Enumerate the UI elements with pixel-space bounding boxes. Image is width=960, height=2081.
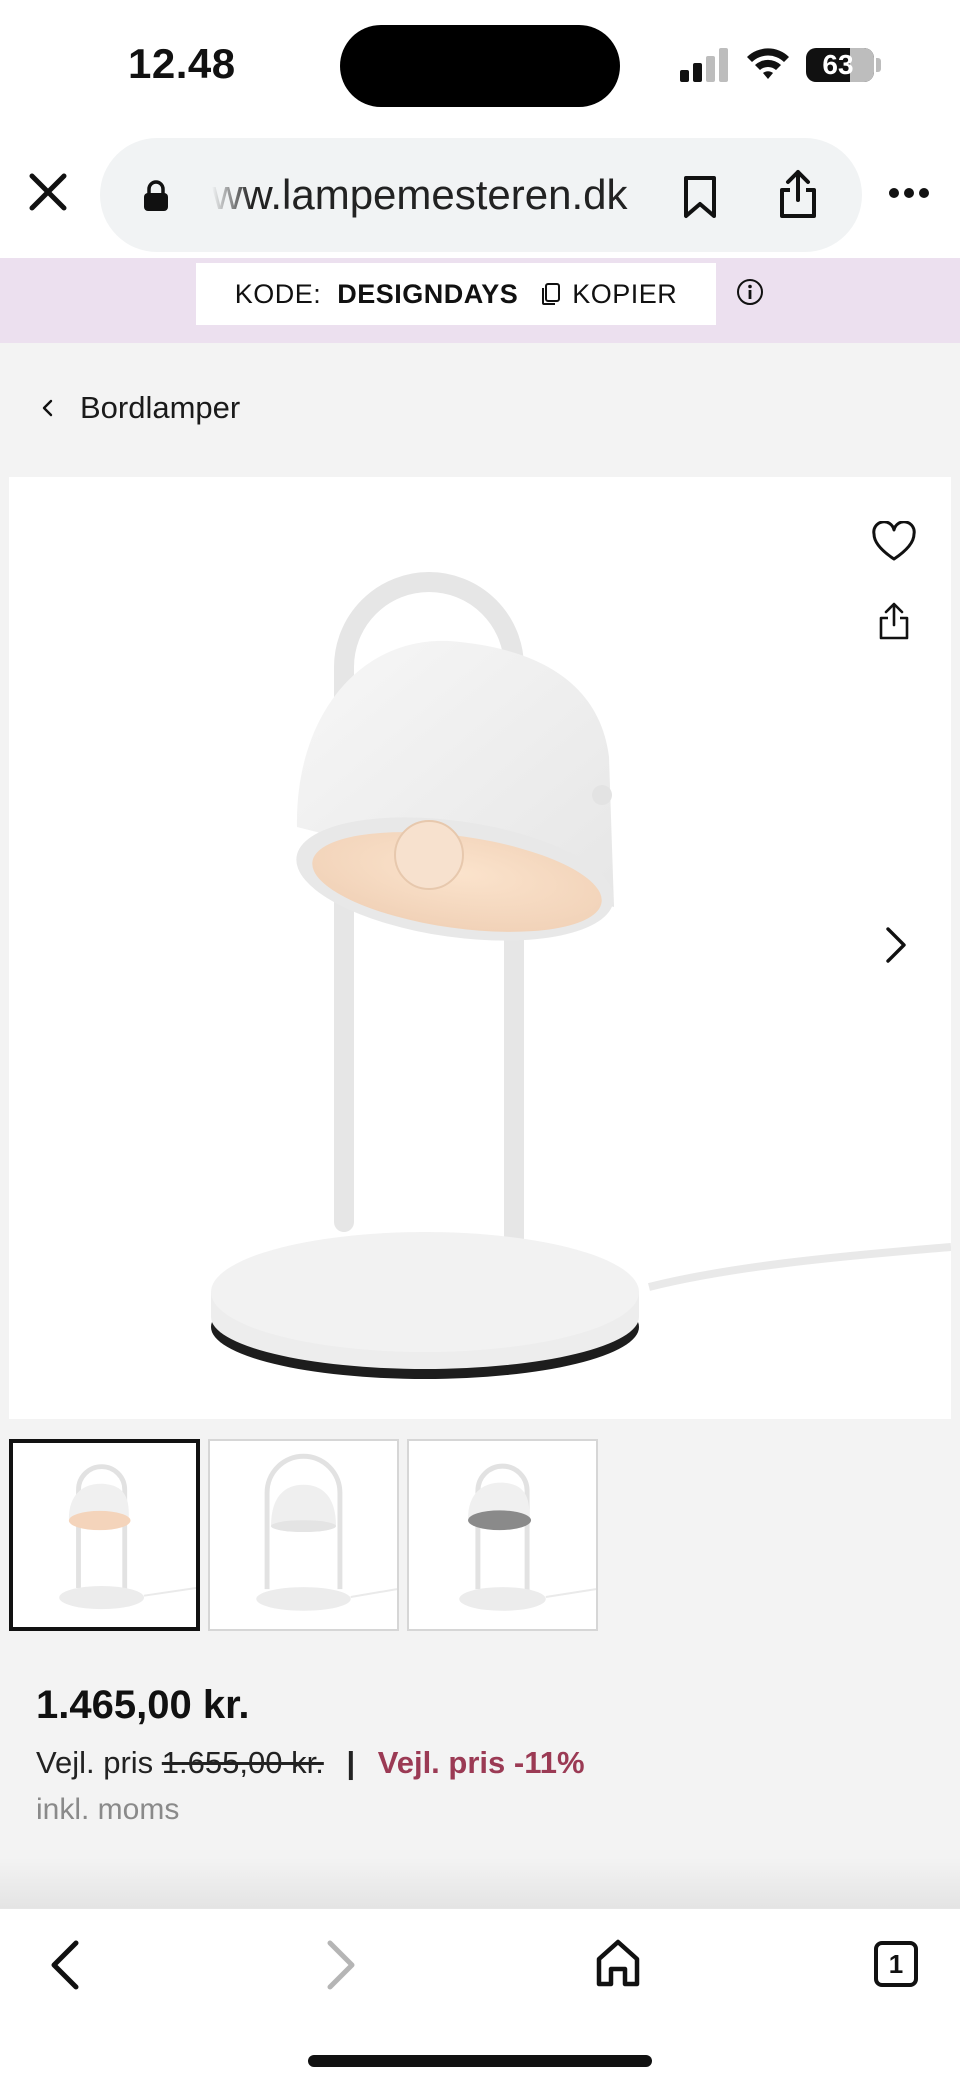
copy-icon[interactable] <box>540 282 562 306</box>
battery-level: 63 <box>822 49 854 80</box>
product-image-gallery[interactable] <box>9 477 951 1419</box>
discount-label: Vejl. pris -11% <box>377 1745 585 1780</box>
back-icon[interactable] <box>44 1937 84 1993</box>
vat-note: inkl. moms <box>36 1793 180 1826</box>
thumbnail-image <box>256 1453 397 1611</box>
thumbnail-1[interactable] <box>9 1439 200 1631</box>
home-indicator <box>308 2055 652 2067</box>
close-icon[interactable] <box>26 170 70 214</box>
browser-toolbar: 1 <box>0 1908 960 2081</box>
promo-code-box[interactable]: KODE: DESIGNDAYS KOPIER <box>196 263 716 325</box>
product-price: 1.465,00 kr. <box>36 1683 250 1727</box>
more-icon[interactable] <box>888 186 930 200</box>
thumbnail-strip <box>9 1439 598 1631</box>
thumbnail-2[interactable] <box>208 1439 399 1631</box>
rrp-old-price: 1.655,00 kr. <box>161 1745 324 1780</box>
product-page: Bordlamper 1.465,00 kr. Vejl. pris 1.655… <box>0 343 960 1908</box>
bookmark-icon[interactable] <box>682 174 718 220</box>
rrp-label: Vejl. pris <box>36 1745 154 1780</box>
thumbnail-image <box>59 1464 196 1610</box>
page-fade <box>0 1858 960 1908</box>
home-icon[interactable] <box>594 1937 642 1989</box>
status-time: 12.48 <box>128 40 236 87</box>
battery-cap <box>876 58 881 72</box>
rrp-line: Vejl. pris 1.655,00 kr. | Vejl. pris -11… <box>36 1745 585 1781</box>
chevron-right-icon[interactable] <box>883 925 909 965</box>
battery-icon: 63 <box>806 48 874 82</box>
breadcrumb[interactable]: Bordlamper <box>40 383 240 433</box>
info-icon[interactable] <box>736 278 764 306</box>
browser-url-row: ww.lampemesteren.dk <box>0 130 960 258</box>
thumbnail-image <box>459 1463 596 1611</box>
rrp-separator: | <box>346 1745 356 1780</box>
address-bar[interactable]: ww.lampemesteren.dk <box>100 138 862 252</box>
lock-icon <box>144 180 168 211</box>
forward-icon[interactable] <box>322 1937 362 1993</box>
wifi-icon <box>747 48 789 79</box>
product-image <box>211 572 951 1379</box>
url-text[interactable]: ww.lampemesteren.dk <box>212 138 742 252</box>
signal-icon <box>680 48 728 82</box>
tabs-icon[interactable]: 1 <box>874 1941 918 1987</box>
url-fade <box>212 138 252 252</box>
share-icon[interactable] <box>877 601 911 641</box>
promo-banner: KODE: DESIGNDAYS KOPIER <box>0 258 960 343</box>
dynamic-island <box>340 25 620 107</box>
share-icon[interactable] <box>776 168 820 220</box>
copy-code-button[interactable]: KOPIER <box>572 279 677 310</box>
promo-code: DESIGNDAYS <box>337 278 519 309</box>
promo-code-label: KODE: <box>234 278 322 309</box>
heart-icon[interactable] <box>871 521 917 563</box>
chevron-left-icon <box>42 399 53 417</box>
status-bar: 12.48 63 <box>0 0 960 130</box>
thumbnail-3[interactable] <box>407 1439 598 1631</box>
breadcrumb-link[interactable]: Bordlamper <box>80 390 240 426</box>
